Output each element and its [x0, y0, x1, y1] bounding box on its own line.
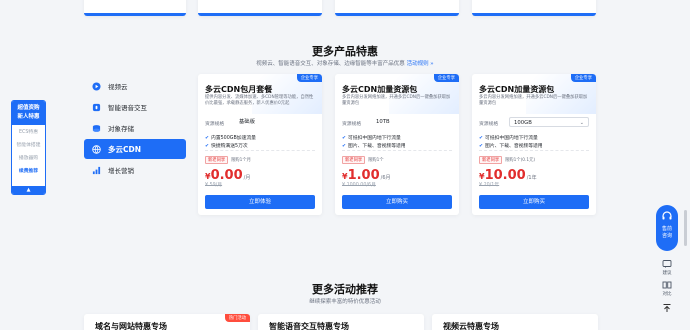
category-label: 对象存储 — [108, 125, 134, 133]
promo-title-line2: 新人特惠 — [17, 114, 40, 120]
consult-label-1: 售前 — [661, 226, 672, 232]
more-activities-title: 更多活动推荐 — [312, 283, 378, 296]
buy-now-button[interactable]: 立即购买 — [479, 195, 589, 209]
try-now-button[interactable]: 立即体验 — [205, 195, 315, 209]
spec-select-value: 100GB — [514, 120, 532, 126]
previous-card — [198, 0, 322, 16]
purchase-limit: 限购1个月 — [231, 158, 251, 163]
page-scrollbar[interactable] — [684, 210, 687, 246]
category-voice[interactable]: 智能语音交互 — [84, 97, 186, 117]
section-title: 更多产品特惠 — [312, 45, 378, 58]
product-name: 多云CDN包月套餐 — [205, 85, 273, 94]
spec-select[interactable]: 100GB ⌄ — [509, 117, 589, 127]
feature-item: ✔ 内置500GB加速流量 — [205, 136, 256, 141]
promo-item-renewal[interactable]: 续费推荐 — [12, 164, 45, 177]
cdn-icon — [92, 144, 101, 154]
previous-card — [335, 0, 459, 16]
headset-icon — [662, 211, 672, 220]
product-card: 企业专享 多云CDN加量资源包 多云内容分发网络加速，开通多云CDN后一键叠加获… — [472, 74, 596, 215]
activity-card-video[interactable]: 视频云特惠专场 — [432, 314, 598, 330]
check-icon: ✔ — [342, 144, 347, 149]
category-label: 视频云 — [108, 83, 128, 91]
back-to-top-button[interactable] — [658, 303, 676, 314]
caret-up-icon[interactable]: ▲ — [12, 186, 45, 194]
promo-float-panel[interactable]: 超值资购 新人特惠 ECS特惠 智能体搭建 播放器购 续费推荐 ▲ — [11, 100, 46, 195]
arrow-up-icon — [663, 304, 671, 312]
hot-badge: 热门活动 — [224, 314, 250, 322]
promo-tag: 新老同享 — [205, 156, 229, 164]
category-cdn[interactable]: 多云CDN — [84, 139, 186, 159]
activity-card-title: 智能语音交互特惠专场 — [269, 322, 349, 330]
enterprise-badge: 企业专享 — [433, 74, 459, 82]
video-cloud-icon — [92, 81, 101, 91]
spec-label: 资源规格 — [342, 122, 362, 127]
compare-button[interactable]: 对比 — [658, 280, 676, 297]
activity-card-voice[interactable]: 智能语音交互特惠专场 — [258, 314, 424, 330]
category-growth[interactable]: 增长营销 — [84, 160, 186, 180]
section-subtitle: 视频云、智能语音交互、对象存储、边缘智能等丰富产品优惠 活动规则 » — [0, 59, 690, 67]
original-price: ¥ 20/1年 — [479, 183, 500, 188]
feature-item: ✔ 图片、下载、音视频等适用 — [479, 144, 543, 149]
check-icon: ✔ — [342, 136, 347, 141]
consult-label-2: 咨询 — [661, 233, 672, 239]
product-description: 多云内容分发网络加速，开通多云CDN后一键叠加获取加量资源包 — [479, 95, 588, 106]
category-label: 智能语音交互 — [108, 104, 147, 112]
feature-item: ✔ 可抵扣中国内地下行流量 — [479, 136, 538, 141]
original-price: ¥ 59/月 — [205, 183, 223, 188]
feature-item: ✔ 图片、下载、音视频等适用 — [342, 144, 406, 149]
feedback-icon — [662, 260, 672, 268]
chevron-down-icon: ⌄ — [579, 120, 584, 126]
check-icon: ✔ — [205, 136, 210, 141]
promo-header[interactable]: 超值资购 新人特惠 — [12, 101, 45, 125]
product-description: 多云内容分发网络加速，开通多云CDN后一键叠加获取加量资源包 — [342, 95, 451, 106]
spec-value: 基础版 — [239, 119, 255, 125]
promo-title-line1: 超值资购 — [17, 105, 40, 111]
feedback-button[interactable]: 建议 — [658, 259, 676, 276]
activity-card-domain[interactable]: 域名与网站特惠专场 热门活动 — [84, 314, 250, 330]
enterprise-badge: 企业专享 — [570, 74, 596, 82]
promo-item-agent[interactable]: 智能体搭建 — [12, 138, 45, 151]
check-icon: ✔ — [479, 136, 484, 141]
category-label: 多云CDN — [108, 144, 142, 154]
rules-link[interactable]: 活动规则 » — [407, 61, 434, 67]
category-storage[interactable]: 对象存储 — [84, 118, 186, 138]
spec-label: 资源规格 — [479, 122, 499, 127]
voice-icon — [92, 103, 101, 111]
spec-label: 资源规格 — [205, 122, 225, 127]
purchase-limit: 限购1个 — [368, 158, 384, 163]
enterprise-badge: 企业专享 — [296, 74, 322, 82]
previous-card — [84, 0, 186, 16]
category-video-cloud[interactable]: 视频云 — [84, 76, 186, 96]
storage-icon — [92, 124, 101, 132]
check-icon: ✔ — [205, 144, 210, 149]
previous-section-strip — [0, 0, 690, 26]
buy-now-button[interactable]: 立即购买 — [342, 195, 452, 209]
original-price: ¥ 1000.00/6月 — [342, 183, 376, 188]
compare-icon — [662, 281, 672, 289]
presales-consult-button[interactable]: 售前 咨询 — [656, 205, 678, 251]
promo-tag: 新老同享 — [342, 156, 366, 164]
feature-item: ✔ 快捷购满送5万次 — [205, 144, 248, 149]
product-description: 提供内容分发、流媒体加速、多CDN管理等功能，自然性价比最强，承载静态服务，新人… — [205, 95, 314, 106]
more-activities-subtitle: 继续探索丰富的特价优惠活动 — [309, 299, 381, 305]
check-icon: ✔ — [479, 144, 484, 149]
product-card: 企业专享 多云CDN加量资源包 多云内容分发网络加速，开通多云CDN后一键叠加获… — [335, 74, 459, 215]
promo-item-player[interactable]: 播放器购 — [12, 151, 45, 164]
product-name: 多云CDN加量资源包 — [342, 85, 418, 94]
promo-item-ecs[interactable]: ECS特惠 — [12, 125, 45, 138]
activity-card-title: 域名与网站特惠专场 — [95, 322, 167, 330]
purchase-limit: 限购1个(0.1元) — [505, 158, 536, 163]
growth-icon — [92, 166, 101, 174]
product-name: 多云CDN加量资源包 — [479, 85, 555, 94]
feature-item: ✔ 可抵扣中国内地下行流量 — [342, 136, 401, 141]
previous-card — [472, 0, 596, 16]
category-label: 增长营销 — [108, 167, 134, 175]
activity-card-title: 视频云特惠专场 — [443, 322, 499, 330]
product-card: 企业专享 多云CDN包月套餐 提供内容分发、流媒体加速、多CDN管理等功能，自然… — [198, 74, 322, 215]
promo-tag: 新老同享 — [479, 156, 503, 164]
spec-value: 10TB — [376, 119, 390, 125]
section-subtitle-text: 视频云、智能语音交互、对象存储、边缘智能等丰富产品优惠 — [256, 61, 405, 67]
